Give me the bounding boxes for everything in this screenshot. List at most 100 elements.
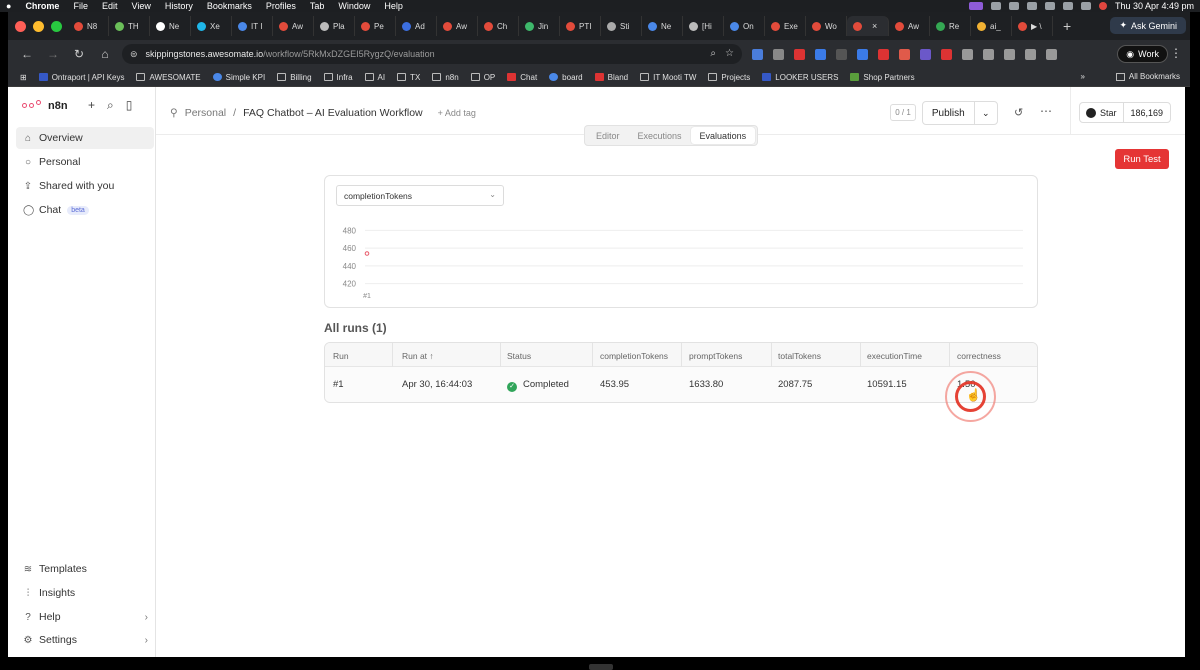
new-tab-button[interactable]: + [1063, 18, 1071, 34]
bookmark-star-icon[interactable]: ☆ [725, 48, 734, 59]
bookmark-item[interactable]: Infra [323, 73, 353, 82]
column-header-status[interactable]: Status [507, 351, 531, 361]
browser-tab[interactable]: ▶ \ [1012, 16, 1053, 36]
apps-grid-icon[interactable]: ⊞ [20, 73, 27, 82]
extension-icon[interactable] [941, 48, 952, 60]
bookmark-item[interactable]: Billing [277, 73, 312, 82]
browser-tab[interactable]: Pe [355, 16, 396, 36]
zoom-window-button[interactable] [51, 20, 62, 32]
browser-tab[interactable]: ai_ [971, 16, 1012, 36]
browser-tab[interactable]: Pla [314, 16, 355, 36]
wifi-icon[interactable] [1062, 2, 1073, 10]
chevron-down-icon[interactable]: ⌄ [973, 101, 997, 125]
history-icon[interactable]: ↺ [1014, 106, 1023, 119]
status-icon[interactable] [1008, 2, 1019, 10]
forward-icon[interactable]: → [46, 47, 60, 61]
plus-icon[interactable]: + [88, 98, 95, 113]
back-icon[interactable]: ← [20, 47, 34, 61]
column-header-execution-time[interactable]: executionTime [867, 351, 922, 361]
menu-history[interactable]: History [165, 0, 193, 12]
close-window-button[interactable] [15, 20, 26, 32]
bookmark-item[interactable]: OP [470, 73, 495, 82]
bookmark-item[interactable]: IT Mooti TW [640, 73, 696, 82]
publish-button[interactable]: Publish [923, 108, 974, 119]
profile-button[interactable]: ◉ Work [1117, 45, 1168, 63]
all-bookmarks-button[interactable]: All Bookmarks [1115, 72, 1180, 81]
tab-executions[interactable]: Executions [629, 127, 691, 144]
browser-tab[interactable]: Aw [273, 16, 314, 36]
metric-select[interactable]: completionTokens ⌄ [336, 185, 504, 206]
clock[interactable]: Thu 30 Apr 4:49 pm [1115, 1, 1194, 11]
n8n-logo[interactable]: n8n [22, 100, 68, 112]
browser-tab[interactable]: Wo [806, 16, 847, 36]
sidebar-item-insights[interactable]: ⫶ Insights [16, 582, 154, 604]
extension-icon[interactable] [857, 48, 868, 60]
chart-data-point[interactable] [364, 251, 370, 256]
table-row[interactable]: #1 Apr 30, 16:44:03 ✓ Completed 453.95 16… [325, 367, 1037, 402]
bookmark-item[interactable]: Simple KPI [212, 73, 265, 82]
status-app-icon[interactable] [968, 2, 983, 10]
browser-tab[interactable]: N8 [68, 16, 109, 36]
search-icon[interactable] [1080, 2, 1091, 10]
browser-tab[interactable]: Ad [396, 16, 437, 36]
zoom-icon[interactable]: ⌕ [710, 48, 716, 59]
browser-tab[interactable]: × [847, 16, 889, 36]
workflow-title[interactable]: FAQ Chatbot – AI Evaluation Workflow [243, 107, 423, 119]
column-header-correctness[interactable]: correctness [957, 351, 1001, 361]
sidebar-item-overview[interactable]: ⌂ Overview [16, 127, 154, 149]
apple-icon[interactable]: ● [6, 1, 11, 11]
status-icon[interactable] [990, 2, 1001, 10]
run-test-button[interactable]: Run Test [1115, 149, 1169, 169]
status-icon[interactable] [1044, 2, 1055, 10]
sidepanel-icon[interactable] [1004, 48, 1015, 60]
browser-tab[interactable]: IT I [232, 16, 273, 36]
extension-icon[interactable] [920, 48, 931, 60]
sidebar-item-help[interactable]: ? Help › [16, 606, 154, 628]
bookmark-icon[interactable] [983, 48, 994, 60]
bookmark-item[interactable]: Projects [708, 73, 750, 82]
browser-tab[interactable]: On [724, 16, 765, 36]
extension-icon[interactable] [899, 48, 910, 60]
bookmark-item[interactable]: Chat [507, 73, 537, 82]
browser-tab[interactable]: Re [930, 16, 971, 36]
more-options-icon[interactable]: ⋯ [1040, 104, 1052, 118]
reading-list-icon[interactable] [1046, 48, 1057, 60]
extension-icon[interactable] [794, 48, 805, 60]
bookmark-item[interactable]: board [549, 73, 583, 82]
bookmark-item[interactable]: Bland [594, 73, 628, 82]
browser-tab[interactable]: Sti [601, 16, 642, 36]
sidebar-item-chat[interactable]: ◯ Chat beta [16, 199, 154, 221]
browser-tab[interactable]: Jin [519, 16, 560, 36]
record-icon[interactable] [1098, 2, 1107, 10]
browser-tab[interactable]: PTI [560, 16, 601, 36]
browser-tab[interactable]: Ne [642, 16, 683, 36]
browser-tab[interactable]: Ne [150, 16, 191, 36]
home-icon[interactable]: ⌂ [98, 47, 112, 61]
extension-icon[interactable] [878, 48, 889, 60]
column-header-completion-tokens[interactable]: completionTokens [600, 351, 668, 361]
menu-help[interactable]: Help [384, 0, 403, 12]
menu-profiles[interactable]: Profiles [266, 0, 296, 12]
column-header-run[interactable]: Run [333, 351, 349, 361]
bookmark-item[interactable]: Shop Partners [850, 73, 915, 82]
sidebar-item-shared[interactable]: ⇪ Shared with you [16, 175, 154, 197]
sidebar-item-templates[interactable]: ≋ Templates [16, 558, 154, 580]
download-icon[interactable] [1025, 48, 1036, 60]
browser-tab[interactable]: Xe [191, 16, 232, 36]
extension-icon[interactable] [773, 48, 784, 60]
browser-tab[interactable]: Aw [889, 16, 930, 36]
add-tag-button[interactable]: + Add tag [438, 108, 476, 118]
extension-icon[interactable] [836, 48, 847, 60]
tab-editor[interactable]: Editor [587, 127, 629, 144]
sidebar-item-personal[interactable]: ○ Personal [16, 151, 154, 173]
extension-icon[interactable] [815, 48, 826, 60]
ask-gemini-button[interactable]: ✦ Ask Gemini [1110, 17, 1186, 34]
minimize-window-button[interactable] [33, 20, 44, 32]
breadcrumb-project[interactable]: Personal [185, 107, 226, 119]
column-header-total-tokens[interactable]: totalTokens [778, 351, 821, 361]
bookmark-item[interactable]: LOOKER USERS [762, 73, 838, 82]
column-header-prompt-tokens[interactable]: promptTokens [689, 351, 742, 361]
menu-window[interactable]: Window [338, 0, 370, 12]
sidebar-item-settings[interactable]: ⚙ Settings › [16, 629, 154, 651]
bookmark-item[interactable]: AI [364, 73, 385, 82]
